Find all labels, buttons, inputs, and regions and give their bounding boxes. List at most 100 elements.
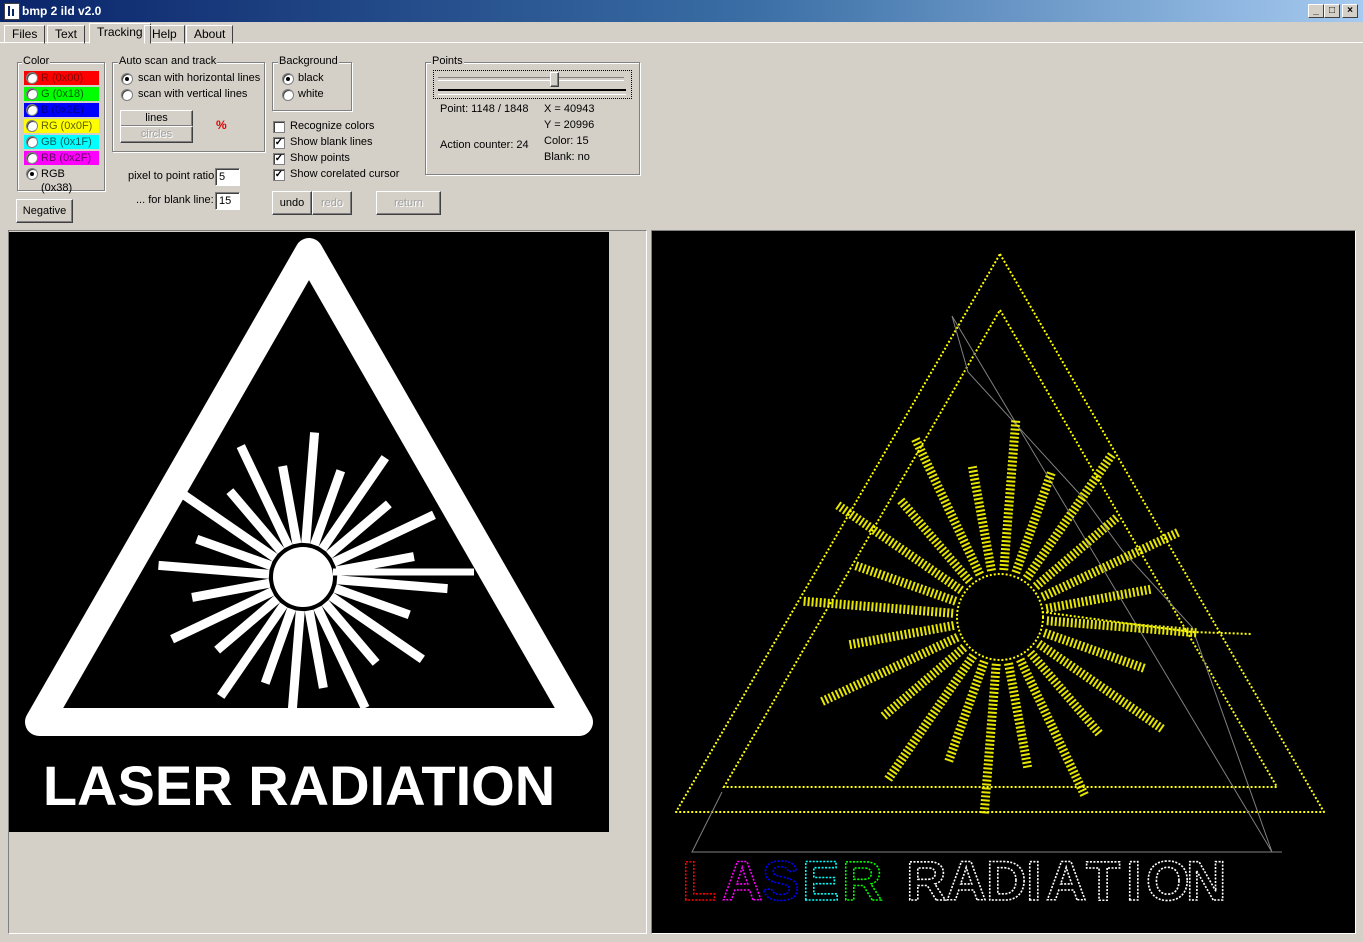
color-option-label: RGB (0x38) <box>41 168 73 194</box>
background-group-label: Background <box>278 55 339 67</box>
color-option-radio[interactable] <box>26 136 38 148</box>
show-blank-lines-label: Show blank lines <box>290 136 373 148</box>
circles-button[interactable]: circles <box>120 126 193 143</box>
close-button[interactable]: × <box>1342 4 1358 18</box>
burst-ray <box>1004 662 1033 770</box>
burst-ray <box>1016 657 1090 798</box>
burst-ray <box>979 663 1001 815</box>
blank-ratio-input[interactable]: 15 <box>215 192 240 210</box>
color-option[interactable]: GB (0x1F) <box>24 135 99 149</box>
pixel-ratio-label: pixel to point ratio: <box>128 170 218 182</box>
background-black-radio[interactable] <box>282 73 294 85</box>
color-option-label: G (0x18) <box>41 88 84 100</box>
color-option-label: GB (0x1F) <box>41 136 92 148</box>
source-image: LASER RADIATION <box>9 232 609 832</box>
burst-ray <box>1045 584 1153 613</box>
minimize-button[interactable]: _ <box>1308 4 1324 18</box>
progress-percent: % <box>216 118 227 132</box>
lines-button[interactable]: lines <box>120 110 193 127</box>
tab-tracking[interactable]: Tracking <box>89 23 151 44</box>
color-option[interactable]: RG (0x0F) <box>24 119 99 133</box>
caption-letter: I <box>1126 849 1142 912</box>
blank-readout: Blank: no <box>544 151 590 163</box>
caption-letter: R <box>906 849 946 912</box>
caption-letter: N <box>1186 849 1226 912</box>
recognize-colors-label: Recognize colors <box>290 120 375 132</box>
undo-button[interactable]: undo <box>272 191 312 215</box>
background-white-radio[interactable] <box>282 89 294 101</box>
burst-core <box>273 547 333 607</box>
caption-letter: L <box>682 849 716 912</box>
pixel-ratio-input[interactable]: 5 <box>215 168 240 186</box>
caption-letter: S <box>762 849 799 912</box>
color-option-label: RG (0x0F) <box>41 120 93 132</box>
blank-line-path <box>951 315 1273 853</box>
slider-thumb[interactable] <box>549 72 559 87</box>
caption-letter: T <box>1086 849 1120 912</box>
burst-ray <box>1040 527 1181 601</box>
source-caption: LASER RADIATION <box>43 754 555 817</box>
x-readout: X = 40943 <box>544 103 595 115</box>
return-button[interactable]: return <box>376 191 441 215</box>
burst-ray <box>1027 649 1104 738</box>
burst-ray <box>819 633 960 707</box>
points-slider[interactable] <box>433 70 632 99</box>
maximize-button[interactable]: □ <box>1324 4 1340 18</box>
tab-text[interactable]: Text <box>47 25 86 44</box>
burst-ray <box>896 496 973 585</box>
color-option-label: B (0x2E) <box>41 104 84 116</box>
caption-letter: A <box>1046 849 1086 912</box>
caption-letter: O <box>1146 849 1190 912</box>
color-option-radio[interactable] <box>26 72 38 84</box>
show-points-checkbox[interactable]: ✓ <box>273 153 285 165</box>
color-option-radio[interactable] <box>26 104 38 116</box>
caption-letter: R <box>842 849 882 912</box>
color-readout: Color: 15 <box>544 135 589 147</box>
inner-triangle-outline <box>722 308 1279 788</box>
laser-burst-outline <box>802 419 1253 815</box>
show-correlated-cursor-checkbox[interactable]: ✓ <box>273 169 285 181</box>
recognize-colors-checkbox[interactable] <box>273 121 285 133</box>
show-correlated-cursor-label: Show corelated cursor <box>290 168 400 180</box>
burst-ray <box>879 644 968 721</box>
caption-letter: I <box>1026 849 1042 912</box>
color-option-label: RB (0x2F) <box>41 152 92 164</box>
color-option[interactable]: G (0x18) <box>24 87 99 101</box>
color-option[interactable]: R (0x00) <box>24 71 99 85</box>
app-icon <box>4 3 20 20</box>
redo-button[interactable]: redo <box>312 191 352 215</box>
caption-letter: A <box>946 849 986 912</box>
slider-track <box>438 77 624 81</box>
color-option[interactable]: RB (0x2F) <box>24 151 99 165</box>
color-option[interactable]: RGB (0x38) <box>24 167 99 194</box>
output-image: L A S E R R A D I A T I ON <box>675 253 1325 913</box>
burst-ray <box>967 464 996 572</box>
background-black-label: black <box>298 72 324 84</box>
color-option-radio[interactable] <box>26 120 38 132</box>
negative-button[interactable]: Negative <box>16 199 73 223</box>
burst-core <box>956 573 1044 661</box>
color-option[interactable]: B (0x2E) <box>24 103 99 117</box>
scan-horizontal-radio[interactable] <box>121 73 133 85</box>
caption-letter: A <box>722 849 762 912</box>
color-option-radio[interactable] <box>26 168 38 180</box>
color-option-label: R (0x00) <box>41 72 84 84</box>
slider-range-bar <box>438 89 626 95</box>
output-caption: L A S E R R A D I A T I ON <box>681 848 1227 913</box>
y-readout: Y = 20996 <box>544 119 595 131</box>
autoscan-group-label: Auto scan and track <box>118 55 218 67</box>
show-blank-lines-checkbox[interactable]: ✓ <box>273 137 285 149</box>
point-readout: Point: 1148 / 1848 <box>440 103 529 115</box>
scan-vertical-radio[interactable] <box>121 89 133 101</box>
tab-help[interactable]: Help <box>144 25 185 44</box>
outer-triangle-outline <box>675 253 1325 813</box>
tab-files[interactable]: Files <box>4 25 46 44</box>
points-group-label: Points <box>431 55 464 67</box>
title-bar[interactable] <box>0 0 1363 22</box>
caption-letter: D <box>986 849 1026 912</box>
color-option-radio[interactable] <box>26 88 38 100</box>
action-counter: Action counter: 24 <box>440 139 529 151</box>
burst-ray <box>847 621 955 650</box>
color-option-radio[interactable] <box>26 152 38 164</box>
tab-about[interactable]: About <box>186 25 234 44</box>
